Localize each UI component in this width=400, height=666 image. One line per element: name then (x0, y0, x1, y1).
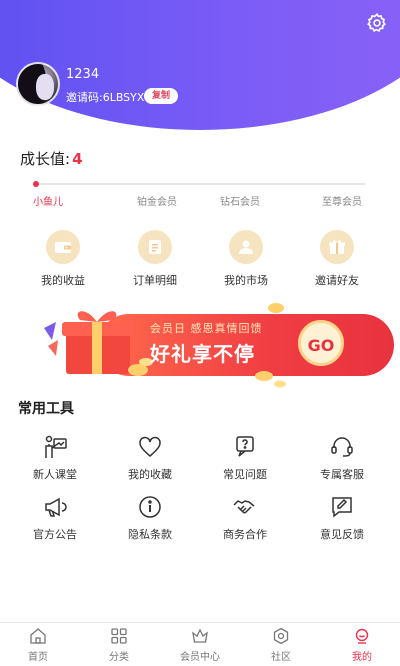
tool-feedback[interactable]: 意见反馈 (297, 494, 387, 542)
settings-gear-icon[interactable] (366, 12, 388, 34)
quick-label: 我的市场 (224, 274, 268, 287)
tool-business-cooperation[interactable]: 商务合作 (200, 494, 290, 542)
feedback-icon (329, 494, 355, 520)
megaphone-icon (42, 494, 68, 520)
faq-icon (232, 434, 258, 460)
nav-member-center[interactable]: 会员中心 (170, 627, 230, 663)
tool-label: 新人课堂 (33, 468, 77, 481)
tool-customer-service[interactable]: 专属客服 (297, 434, 387, 482)
level-xiaoyuer[interactable]: 小鱼儿 (33, 193, 63, 208)
tool-label: 专属客服 (320, 468, 364, 481)
wallet-icon (46, 230, 80, 264)
banner-title: 好礼享不停 (150, 342, 255, 366)
tool-privacy-terms[interactable]: 隐私条款 (105, 494, 195, 542)
growth-label: 成长值: (20, 150, 71, 168)
tool-label: 我的收藏 (128, 468, 172, 481)
nav-label: 我的 (352, 652, 372, 663)
level-progress-dot (33, 181, 39, 187)
tool-newbie-class[interactable]: 新人课堂 (10, 434, 100, 482)
tool-label: 商务合作 (223, 528, 267, 541)
quick-label: 我的收益 (41, 274, 85, 287)
nav-label: 社区 (271, 652, 291, 663)
nav-profile[interactable]: 我的 (332, 627, 392, 663)
handshake-icon (232, 494, 258, 520)
quick-my-market[interactable]: 我的市场 (206, 230, 286, 288)
bottom-nav: 首页 分类 会员中心 社区 我的 (0, 622, 400, 666)
tool-faq[interactable]: 常见问题 (200, 434, 290, 482)
header-background (0, 0, 400, 130)
level-platinum[interactable]: 铂金会员 (137, 193, 177, 208)
quick-my-earnings[interactable]: 我的收益 (23, 230, 103, 288)
info-icon (137, 494, 163, 520)
level-diamond[interactable]: 钻石会员 (220, 193, 260, 208)
tool-label: 常见问题 (223, 468, 267, 481)
gift-box-illustration (44, 311, 153, 376)
crown-icon (191, 627, 209, 645)
tool-label: 隐私条款 (128, 528, 172, 541)
invite-code: 邀请码:6LBSYX (66, 91, 145, 104)
community-icon (272, 627, 290, 645)
nav-label: 分类 (109, 652, 129, 663)
nav-community[interactable]: 社区 (251, 627, 311, 663)
home-icon (29, 627, 47, 645)
profile-icon (353, 627, 371, 645)
gift-icon (320, 230, 354, 264)
nav-label: 首页 (28, 652, 48, 663)
username: 1234 (66, 67, 100, 82)
tools-section-title: 常用工具 (18, 401, 74, 417)
category-icon (110, 627, 128, 645)
nav-category[interactable]: 分类 (89, 627, 149, 663)
avatar[interactable] (16, 62, 60, 106)
market-user-icon (229, 230, 263, 264)
profile-header (0, 0, 400, 135)
quick-order-details[interactable]: 订单明细 (115, 230, 195, 288)
banner-go-button[interactable]: GO (298, 320, 344, 366)
banner-subtitle: 会员日 感恩真情回馈 (150, 322, 263, 335)
tool-my-favorites[interactable]: 我的收藏 (105, 434, 195, 482)
heart-icon (137, 434, 163, 460)
quick-label: 订单明细 (133, 274, 177, 287)
tool-label: 官方公告 (33, 528, 77, 541)
growth-value: 成长值: 4 (20, 148, 83, 169)
tool-announcements[interactable]: 官方公告 (10, 494, 100, 542)
level-supreme[interactable]: 至尊会员 (322, 193, 362, 208)
tool-label: 意见反馈 (320, 528, 364, 541)
classroom-icon (42, 434, 68, 460)
copy-invite-button[interactable]: 复制 (144, 88, 179, 104)
level-track (35, 183, 365, 185)
quick-label: 邀请好友 (315, 274, 359, 287)
nav-home[interactable]: 首页 (8, 627, 68, 663)
headset-icon (329, 434, 355, 460)
growth-number: 4 (72, 150, 83, 168)
nav-label: 会员中心 (180, 652, 220, 663)
quick-invite-friends[interactable]: 邀请好友 (297, 230, 377, 288)
order-list-icon (138, 230, 172, 264)
